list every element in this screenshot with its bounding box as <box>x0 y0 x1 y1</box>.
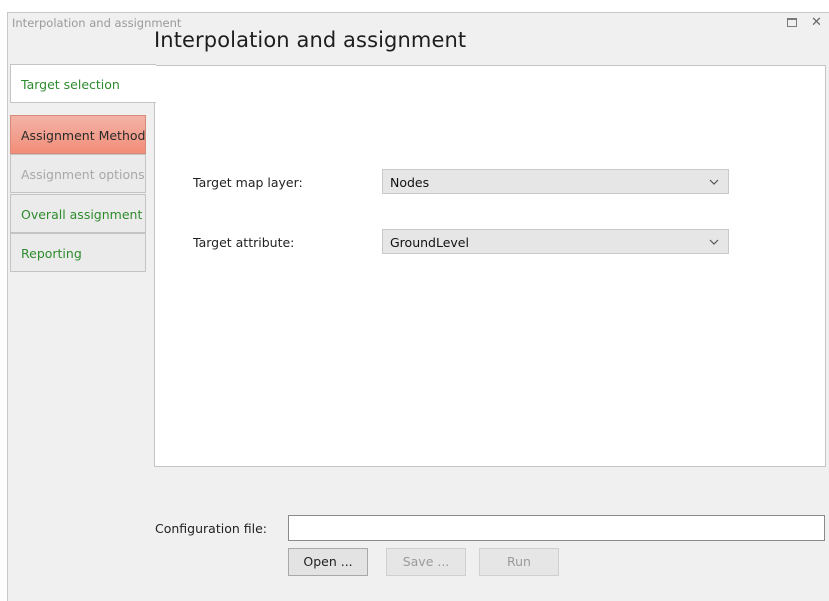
run-button[interactable]: Run <box>479 548 559 576</box>
target-attribute-select[interactable]: GroundLevel <box>382 229 729 254</box>
tab-reporting[interactable]: Reporting <box>10 233 146 272</box>
target-attribute-value: GroundLevel <box>390 235 469 250</box>
maximize-icon[interactable] <box>787 18 797 27</box>
chevron-down-icon <box>709 239 719 245</box>
save-button[interactable]: Save ... <box>386 548 466 576</box>
chevron-down-icon <box>709 179 719 185</box>
content-panel <box>154 65 826 467</box>
tab-overall-assignment[interactable]: Overall assignment <box>10 194 146 233</box>
configuration-file-label: Configuration file: <box>155 521 267 536</box>
configuration-file-input[interactable] <box>288 515 825 541</box>
target-map-layer-value: Nodes <box>390 175 430 190</box>
tab-assignment-method[interactable]: Assignment Method <box>10 115 146 154</box>
page-title: Interpolation and assignment <box>154 28 467 52</box>
target-attribute-label: Target attribute: <box>193 235 295 250</box>
target-map-layer-label: Target map layer: <box>193 175 303 190</box>
target-map-layer-select[interactable]: Nodes <box>382 169 729 194</box>
tab-assignment-options: Assignment options <box>10 154 146 193</box>
tab-target-selection[interactable]: Target selection <box>10 64 156 103</box>
close-icon[interactable]: ✕ <box>811 14 822 32</box>
open-button[interactable]: Open ... <box>288 548 368 576</box>
